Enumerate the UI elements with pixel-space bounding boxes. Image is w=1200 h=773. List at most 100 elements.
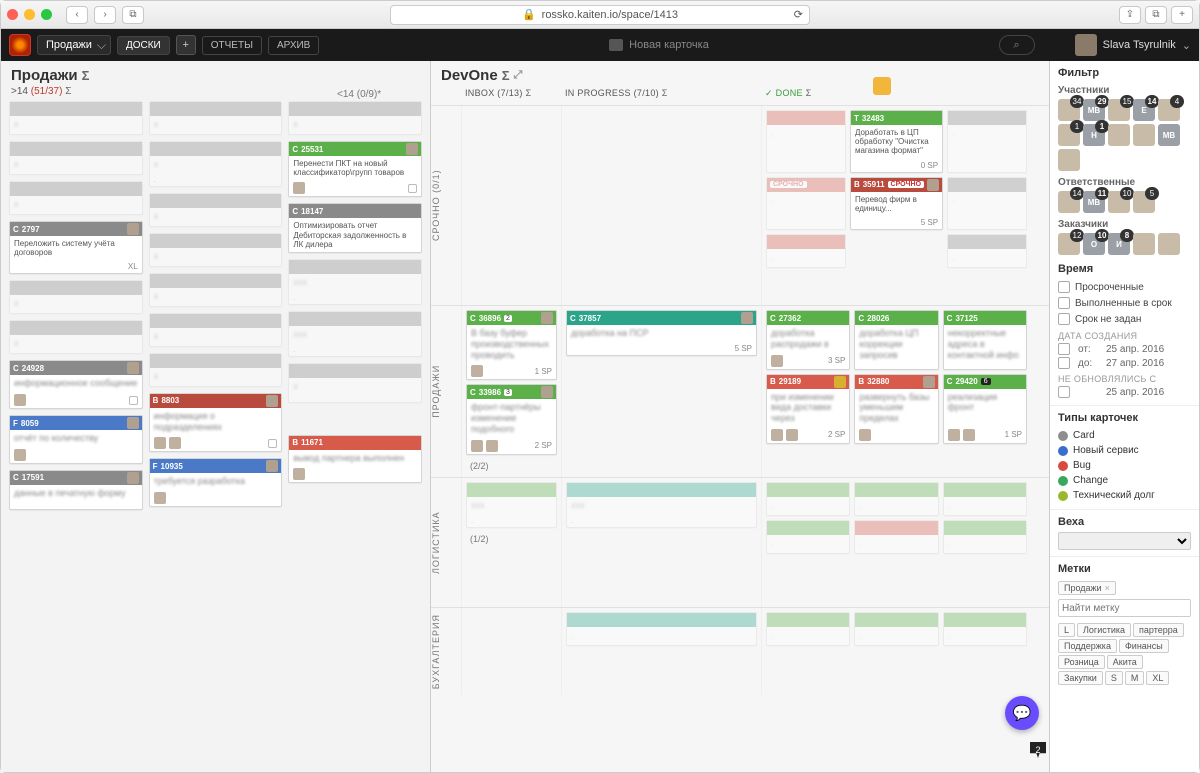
tabs-button[interactable]: ⧉ [122, 6, 144, 24]
person-chip[interactable] [1133, 233, 1155, 255]
tag-chip[interactable]: Закупки [1058, 671, 1103, 685]
archive-tab[interactable]: АРХИВ [268, 36, 319, 55]
type-row[interactable]: Change [1058, 473, 1191, 488]
remove-tag-icon[interactable]: × [1105, 583, 1110, 593]
sigma-icon[interactable]: Σ [65, 86, 71, 97]
card-28026[interactable]: C28026 доработка ЦП коррекции запросив [854, 310, 938, 370]
person-chip[interactable]: Н1 [1083, 124, 1105, 146]
person-chip[interactable]: И8 [1108, 233, 1130, 255]
card-18147[interactable]: C18147 Оптимизировать отчет Дебиторская … [288, 203, 422, 253]
close-window[interactable] [7, 9, 18, 20]
card-27362[interactable]: C27362 доработка распродажи в 3 SP [766, 310, 850, 370]
person-chip[interactable]: 12 [1058, 233, 1080, 255]
close-filter-button[interactable]: ✕ [1049, 61, 1050, 85]
app-logo[interactable] [9, 34, 31, 56]
card-32483[interactable]: T32483 Доработать в ЦП обработку "Очистк… [850, 110, 943, 173]
forward-button[interactable]: › [94, 6, 116, 24]
new-tab-button[interactable]: + [1171, 6, 1193, 24]
selected-tag[interactable]: Продажи× [1058, 581, 1116, 595]
add-board-button[interactable]: + [176, 35, 196, 55]
expand-icon[interactable]: ⤢ [514, 69, 523, 82]
card-37857[interactable]: C37857 доработка на ПСР 5 SP [566, 310, 757, 356]
user-avatar[interactable] [1075, 34, 1097, 56]
filter-panel: ✕ Фильтр Участники 34МВ2915Е1441Н1МВ Отв… [1049, 61, 1199, 772]
person-chip[interactable]: МВ11 [1083, 191, 1105, 213]
person-chip[interactable] [1058, 149, 1080, 171]
reload-icon[interactable]: ⟳ [794, 8, 803, 21]
type-row[interactable]: Новый сервис [1058, 443, 1191, 458]
filter-title: Фильтр [1058, 67, 1191, 79]
type-row[interactable]: Bug [1058, 458, 1191, 473]
card-17591[interactable]: C17591 данные в печатную форму [9, 470, 143, 510]
space-select[interactable]: Продажи [37, 35, 111, 55]
card-8803[interactable]: B8803 информация о подразделениях [149, 393, 283, 453]
sigma-icon[interactable]: Σ [502, 68, 510, 83]
person-chip[interactable] [1158, 233, 1180, 255]
person-chip[interactable]: 5 [1133, 191, 1155, 213]
card-24928[interactable]: C24928 информационное сообщение [9, 360, 143, 409]
card-37125[interactable]: C37125 некорректные адреса в контактной … [943, 310, 1027, 370]
card-2797[interactable]: C2797 Переложить систему учёта договоров… [9, 221, 143, 274]
card-32880[interactable]: B32880 развернуть базы уменьшим пределах [854, 374, 938, 444]
check-noduedate[interactable]: Срок не задан [1058, 311, 1191, 327]
tag-chip[interactable]: L [1058, 623, 1075, 637]
lane-logistika: ЛОГИСТИКА [431, 478, 461, 607]
overflow-count: <14 (0/9)* [337, 89, 381, 100]
tag-chip[interactable]: Финансы [1119, 639, 1169, 653]
tabs-overview-button[interactable]: ⧉ [1145, 6, 1167, 24]
person-chip[interactable]: МВ29 [1083, 99, 1105, 121]
tag-chip[interactable]: XL [1146, 671, 1169, 685]
card-35911[interactable]: B35911СРОЧНО Перевод фирм в единицу... 5… [850, 177, 943, 230]
person-chip[interactable]: О10 [1083, 233, 1105, 255]
person-chip[interactable]: 34 [1058, 99, 1080, 121]
tag-chip[interactable]: Розница [1058, 655, 1105, 669]
person-chip[interactable]: 15 [1108, 99, 1130, 121]
person-chip[interactable] [1133, 124, 1155, 146]
share-button[interactable]: ⇪ [1119, 6, 1141, 24]
person-chip[interactable]: 1 [1058, 124, 1080, 146]
card-10935[interactable]: F10935 требуется разработка [149, 458, 283, 507]
card-33986[interactable]: C339863 фронт-партнёры изменение подобно… [466, 384, 557, 454]
user-name[interactable]: Slava Tsyrulnik [1103, 39, 1176, 51]
type-row[interactable]: Card [1058, 428, 1191, 443]
milestone-select[interactable] [1058, 532, 1191, 550]
check-overdue[interactable]: Просроченные [1058, 279, 1191, 295]
person-chip[interactable]: МВ [1158, 124, 1180, 146]
help-fab[interactable]: 💬 [1005, 696, 1039, 730]
card-11671[interactable]: B11671 вывод партнера выполнен [288, 435, 422, 484]
person-chip[interactable]: 4 [1158, 99, 1180, 121]
search-button[interactable]: ⌕ [999, 35, 1035, 55]
window-controls[interactable] [7, 9, 52, 20]
tag-chip[interactable]: Поддержка [1058, 639, 1117, 653]
card-8059[interactable]: F8059 отчёт по количеству [9, 415, 143, 464]
tag-chip[interactable]: Логистика [1077, 623, 1131, 637]
date-from-row[interactable]: от:25 апр. 2016 [1058, 342, 1191, 356]
find-label-input[interactable] [1058, 599, 1191, 617]
minimize-window[interactable] [24, 9, 35, 20]
new-card-hint[interactable]: Новая карточка [325, 39, 992, 51]
tag-chip[interactable]: Акита [1107, 655, 1143, 669]
date-to-row[interactable]: до:27 апр. 2016 [1058, 356, 1191, 370]
person-chip[interactable]: 10 [1108, 191, 1130, 213]
person-chip[interactable] [1108, 124, 1130, 146]
url-bar[interactable]: 🔒 rossko.kaiten.io/space/1413 ⟳ [390, 5, 810, 25]
person-chip[interactable]: 14 [1058, 191, 1080, 213]
tag-chip[interactable]: S [1105, 671, 1123, 685]
boards-tab[interactable]: ДОСКИ [117, 36, 170, 55]
reports-tab[interactable]: ОТЧЕТЫ [202, 36, 262, 55]
person-chip[interactable]: Е14 [1133, 99, 1155, 121]
back-button[interactable]: ‹ [66, 6, 88, 24]
card-25531[interactable]: C25531 Перенести ПКТ на новый классифика… [288, 141, 422, 197]
tag-chip[interactable]: M [1125, 671, 1145, 685]
card-36896[interactable]: C368962 В базу буфер производственных пр… [466, 310, 557, 380]
new-card-label: Новая карточка [629, 39, 709, 51]
check-ontime[interactable]: Выполненные в срок [1058, 295, 1191, 311]
card-29420[interactable]: C294206 реализация фронт 1 SP [943, 374, 1027, 444]
chevron-down-icon[interactable]: ⌄ [1182, 39, 1191, 52]
card-29189[interactable]: B29189 при изменении вида доставки через… [766, 374, 850, 444]
date-upd-row[interactable]: 25 апр. 2016 [1058, 385, 1191, 399]
maximize-window[interactable] [41, 9, 52, 20]
sigma-icon[interactable]: Σ [82, 68, 90, 83]
type-row[interactable]: Технический долг [1058, 488, 1191, 503]
tag-chip[interactable]: партерра [1133, 623, 1184, 637]
